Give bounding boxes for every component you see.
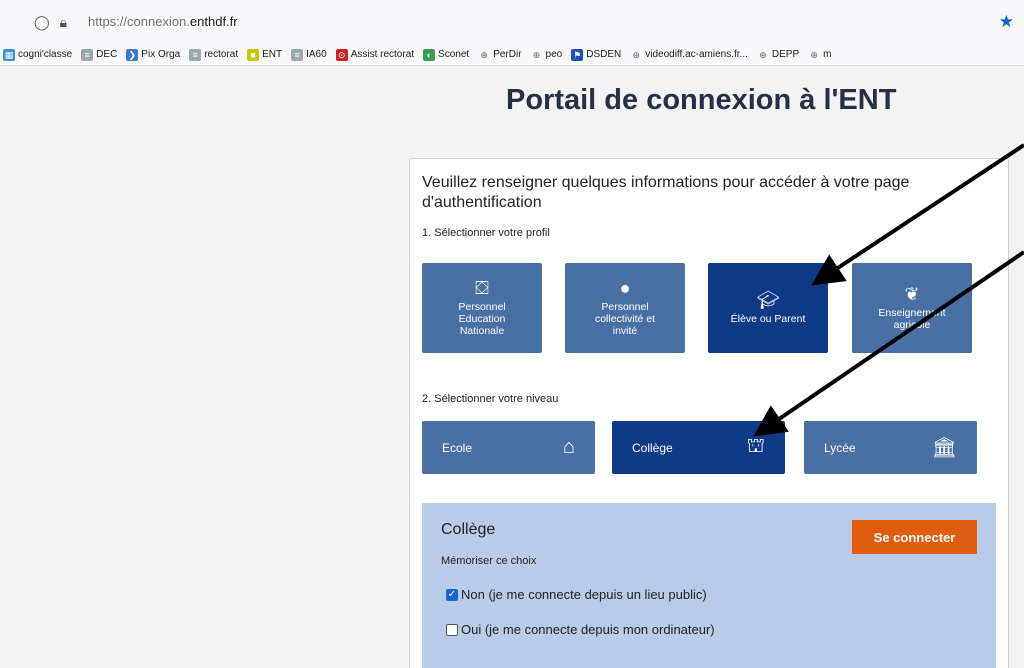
option-oui[interactable]: Oui (je me connecte depuis mon ordinateu… <box>446 622 715 637</box>
bookmark-item[interactable]: ▦ cogni'classe <box>3 48 73 61</box>
bookmarks-bar: ▦ cogni'classe ≡ DEC ❯ Pix Orga ≡ rectorat ■ ENT ≡… <box>0 44 1024 66</box>
bookmark-label: m <box>823 49 832 60</box>
bookmark-label: Assist rectorat <box>350 49 415 60</box>
profile-personnel-collectivite[interactable]: ● Personnel collectivité et invité <box>565 263 685 353</box>
sconet-icon: ◐ <box>423 48 436 61</box>
assist-icon: ⊙ <box>335 48 348 61</box>
step-level-label: 2. Sélectionner votre niveau <box>422 393 559 405</box>
bookmark-label: cogni'classe <box>18 49 73 60</box>
bookmark-star-icon[interactable]: ★ <box>999 12 1014 32</box>
shield-icon[interactable]: ◯ <box>34 14 50 31</box>
bookmark-label: DSDEN <box>586 49 622 60</box>
profile-personnel-education[interactable]: ⛋ Personnel Education Nationale <box>422 263 542 353</box>
globe-icon: ⊕ <box>532 49 541 60</box>
teacher-board-icon: ⛋ <box>475 278 489 298</box>
lock-icon[interactable]: 🔒︎ <box>60 14 67 31</box>
profile-enseignement-agricole[interactable]: ❦ Enseignement agricole <box>852 263 972 353</box>
bookmark-label: DEPP <box>771 49 800 60</box>
bookmark-item[interactable]: ⊕ videodiff.ac-amiens.fr... <box>630 49 748 61</box>
bookmark-item[interactable]: ❯ Pix Orga <box>126 48 181 61</box>
bookmark-item[interactable]: ≡ rectorat <box>189 48 239 61</box>
ent-icon: ■ <box>247 48 260 61</box>
bookmark-item[interactable]: ≡ DEC <box>81 48 118 61</box>
bookmark-label: rectorat <box>204 49 239 60</box>
globe-icon: ⊕ <box>759 49 767 60</box>
school-building-icon: ⛫ <box>746 435 765 457</box>
level-college[interactable]: Collège ⛫ <box>612 421 785 474</box>
profile-eleve-parent[interactable]: 🎓︎ Élève ou Parent <box>708 263 828 353</box>
option-non[interactable]: ✓ Non (je me connecte depuis un lieu pub… <box>446 587 707 602</box>
bookmark-item[interactable]: ◐ Sconet <box>423 48 470 61</box>
bookmark-item[interactable]: ⊕ peo <box>531 49 563 61</box>
person-icon: ● <box>619 278 631 298</box>
pix-icon: ❯ <box>126 48 139 61</box>
bookmark-item[interactable]: ⊕ PerDir <box>478 49 521 61</box>
checkbox-non[interactable]: ✓ <box>446 588 458 601</box>
browser-address-bar: ◯ 🔒︎ https://connexion.enthdf.fr ★ <box>0 0 1024 44</box>
globe-icon: ⊕ <box>632 49 640 60</box>
bookmark-item[interactable]: ⊕ DEPP <box>757 49 799 61</box>
intro-text: Veuillez renseigner quelques information… <box>422 174 910 211</box>
ministry-icon: ≡ <box>81 48 94 61</box>
bookmark-label: ENT <box>262 49 283 60</box>
connect-button[interactable]: Se connecter <box>852 520 977 554</box>
bookmark-item[interactable]: ■ ENT <box>247 48 283 61</box>
bookmark-label: IA60 <box>306 49 327 60</box>
globe-icon: ⊕ <box>810 49 818 60</box>
ministry-icon: ≡ <box>291 48 304 61</box>
url-field[interactable]: https://connexion.enthdf.fr <box>88 14 238 29</box>
bookmark-item[interactable]: ≡ IA60 <box>291 48 327 61</box>
bookmark-item[interactable]: ⊙ Assist rectorat <box>335 48 415 61</box>
checkbox-oui[interactable] <box>446 623 458 636</box>
ministry-icon: ≡ <box>189 48 202 61</box>
login-card: Veuillez renseigner quelques information… <box>409 158 1009 668</box>
bookmark-label: PerDir <box>493 49 522 60</box>
house-icon: ⌂ <box>562 436 575 458</box>
screen: ◯ 🔒︎ https://connexion.enthdf.fr ★ ▦ cogn… <box>0 0 1024 668</box>
bookmark-label: videodiff.ac-amiens.fr... <box>645 49 748 60</box>
panel-title: Collège <box>441 521 496 538</box>
leaf-icon: ❦ <box>904 284 920 304</box>
level-ecole[interactable]: Ecole ⌂ <box>422 421 595 474</box>
bookmark-item[interactable]: ⚑ DSDEN <box>571 48 622 61</box>
bookmark-item[interactable]: ⊕ m <box>808 49 831 61</box>
bookmark-label: Pix Orga <box>141 49 181 60</box>
level-lycee[interactable]: Lycée 🏛︎ <box>804 421 977 474</box>
app-icon: ▦ <box>3 48 15 61</box>
bookmark-label: Sconet <box>438 49 470 60</box>
globe-icon: ⊕ <box>480 49 488 60</box>
flag-icon: ⚑ <box>571 48 584 61</box>
step-profile-label: 1. Sélectionner votre profil <box>422 227 550 239</box>
bookmark-label: DEC <box>96 49 118 60</box>
connection-panel: Collège Se connecter Mémoriser ce choix … <box>422 503 996 668</box>
institution-icon: 🏛︎ <box>931 437 957 459</box>
memorize-label: Mémoriser ce choix <box>441 555 537 567</box>
bookmark-label: peo <box>545 49 563 60</box>
graduate-icon: 🎓︎ <box>756 290 780 310</box>
page-title: Portail de connexion à l'ENT <box>506 84 897 116</box>
